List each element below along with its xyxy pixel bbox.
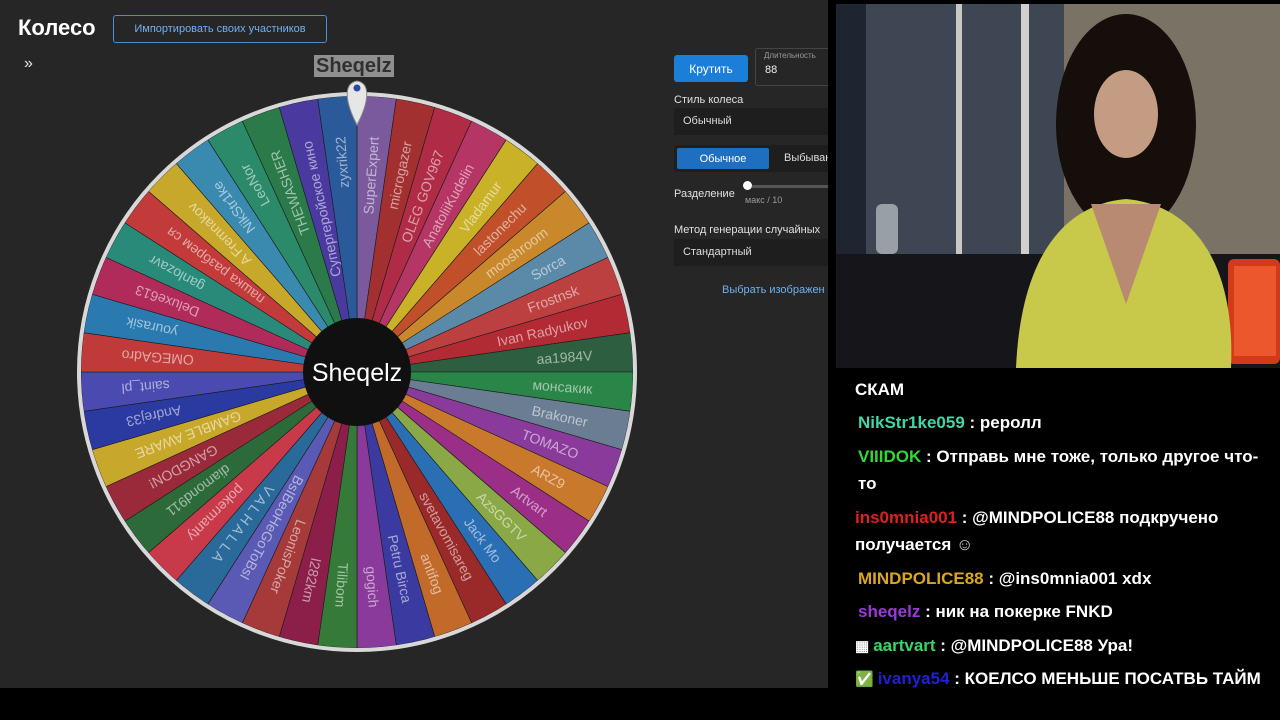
select-image-link[interactable]: Выбрать изображен: [722, 284, 825, 296]
chat-username[interactable]: ivanya54: [878, 669, 950, 688]
chat-username[interactable]: ins0mnia001: [855, 508, 957, 527]
chat-text: : КОЕЛСО МЕНЬШЕ ПОСАТВЬ ТАЙМ: [949, 669, 1261, 688]
chat-message: VIIIDOK : Отправь мне тоже, только друго…: [858, 443, 1276, 497]
chat-text: : ник на покерке FNKD: [920, 602, 1113, 621]
wheel-style-label: Стиль колеса: [674, 94, 744, 106]
wheel-style-value: Обычный: [683, 115, 732, 127]
wheel-segment-label: gogich: [363, 566, 382, 608]
wheel[interactable]: SuperExpert microgazerOLEG GOV967Anatolii…: [70, 75, 644, 665]
chat-text: : @ins0mnia001 xdx: [983, 569, 1152, 588]
duration-field[interactable]: Длительность 88: [755, 48, 828, 86]
winner-label: Sheqelz: [314, 55, 394, 77]
webcam-feed: [836, 4, 1280, 368]
badge-icon: ▦: [855, 638, 870, 655]
separation-slider-thumb[interactable]: [743, 181, 752, 190]
duration-value: 88: [765, 64, 778, 76]
wheel-style-select[interactable]: Обычный: [674, 108, 828, 135]
chat-username[interactable]: MINDPOLICE88: [858, 569, 984, 588]
chat-username[interactable]: aartvart: [873, 636, 935, 655]
chat-username[interactable]: sheqelz: [858, 602, 920, 621]
chat-text: : @MINDPOLICE88 Ура!: [935, 636, 1134, 655]
chat-message: MINDPOLICE88 : @ins0mnia001 xdx: [858, 565, 1276, 592]
random-method-select[interactable]: Стандартный: [674, 239, 828, 266]
chat-text: : реролл: [964, 413, 1042, 432]
import-participants-button[interactable]: Импортировать своих участников: [113, 15, 327, 43]
wheel-center-label: Sheqelz: [312, 359, 402, 387]
mode-elimination-button[interactable]: Выбыван: [784, 152, 828, 164]
chat-username[interactable]: NikStr1ke059: [858, 413, 965, 432]
separation-slider-track[interactable]: [748, 185, 828, 188]
chat-message: NikStr1ke059 : реролл: [858, 409, 1276, 436]
wheel-segment-label: Tilibom: [332, 562, 351, 608]
face-emote-icon: ☺: [951, 535, 974, 554]
wheel-app: Колесо Импортировать своих участников » …: [0, 0, 828, 688]
duration-label: Длительность: [764, 51, 816, 60]
separation-max-label: макс / 10: [745, 195, 783, 205]
chat-message: ins0mnia001 : @MINDPOLICE88 подкручено п…: [855, 504, 1273, 558]
stream-chat: СКАМ NikStr1ke059 : реролл VIIIDOK : Отпра…: [835, 368, 1280, 688]
check-badge-icon: ✅: [855, 671, 874, 688]
mode-normal-button[interactable]: Обычное: [677, 148, 769, 169]
random-method-value: Стандартный: [683, 246, 752, 258]
mode-toggle: Обычное Выбыван: [674, 145, 828, 172]
random-method-label: Метод генерации случайных: [674, 224, 821, 236]
chat-message: sheqelz : ник на покерке FNKD: [858, 598, 1276, 625]
separation-label: Разделение: [674, 188, 735, 200]
bottom-bar: [0, 688, 1280, 720]
chat-text: СКАМ: [855, 380, 905, 399]
spin-button[interactable]: Крутить: [674, 55, 748, 82]
expand-panel-icon[interactable]: »: [24, 55, 33, 73]
chat-message: СКАМ: [855, 376, 1273, 403]
chat-username[interactable]: VIIIDOK: [858, 447, 921, 466]
chat-message: ▦ aartvart : @MINDPOLICE88 Ура!: [855, 632, 1273, 660]
app-title: Колесо: [18, 15, 96, 40]
